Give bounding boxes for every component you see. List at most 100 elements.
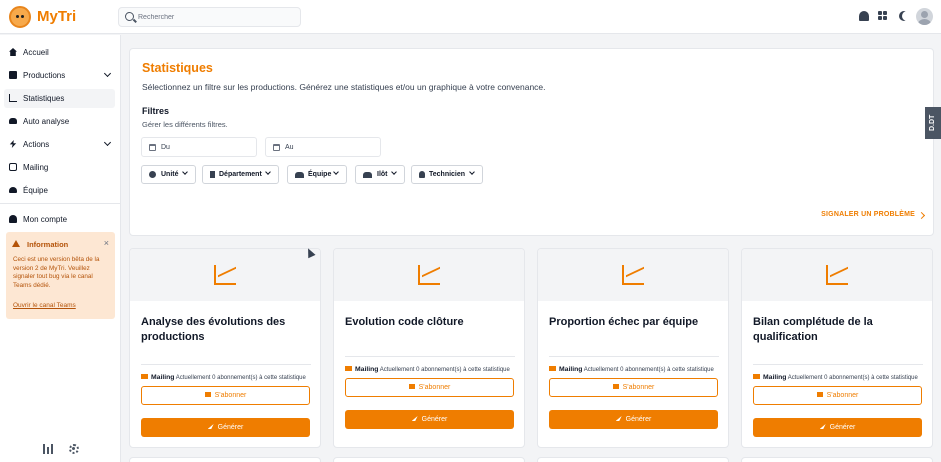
stat-card: Analyse des évolutions des productions M…: [129, 248, 321, 448]
button-label: S'abonner: [214, 392, 247, 399]
chart-line-icon: [826, 265, 848, 285]
tiger-logo-icon[interactable]: [9, 6, 31, 28]
mail-icon: [345, 366, 352, 371]
mail-icon: [408, 384, 415, 389]
subscribe-button[interactable]: S'abonner: [549, 378, 718, 397]
rocket-icon: [411, 416, 418, 421]
box-icon: [9, 71, 17, 79]
filter-ilot[interactable]: Ilôt: [355, 165, 405, 184]
sidebar-item-label: Auto analyse: [23, 117, 70, 126]
card-header: [334, 249, 524, 301]
chevron-down-icon: [265, 169, 271, 175]
sidebar-item-actions[interactable]: Actions: [4, 135, 115, 154]
user-cog-icon: [9, 215, 17, 223]
top-bar: MyTri: [0, 0, 941, 34]
generate-button[interactable]: Générer: [141, 418, 310, 437]
mailing-text: Actuellement 0 abonnement(s) à cette sta…: [787, 375, 918, 381]
date-from-field[interactable]: Du: [141, 137, 257, 157]
chart-icon: [9, 94, 17, 102]
sidebar-item-label: Équipe: [23, 186, 48, 195]
statistics-panel: Statistiques Sélectionnez un filtre sur …: [129, 48, 934, 236]
stat-card: Proportion échec par équipe Mailing Actu…: [537, 248, 729, 448]
app-name[interactable]: MyTri: [37, 8, 76, 25]
card-title: Analyse des évolutions des productions: [141, 316, 286, 343]
sidebar-item-auto-analyse[interactable]: Auto analyse: [4, 112, 115, 131]
page-title: Statistiques: [142, 61, 213, 75]
mailing-info: Mailing Actuellement 0 abonnement(s) à c…: [753, 374, 918, 381]
filters-subtitle: Gérer les différents filtres.: [142, 120, 228, 129]
sidebar-item-equipe[interactable]: Équipe: [4, 181, 115, 200]
home-icon: [9, 48, 17, 56]
card-header: [130, 249, 320, 301]
button-label: Générer: [625, 416, 652, 423]
filter-departement[interactable]: Département: [202, 165, 279, 184]
date-to-field[interactable]: Au: [265, 137, 381, 157]
filter-unite[interactable]: Unité: [141, 165, 196, 184]
date-to-placeholder: Au: [285, 144, 294, 151]
chevron-down-icon: [333, 169, 339, 175]
divider: [345, 356, 515, 357]
card-title: Evolution code clôture: [345, 316, 464, 328]
generate-button[interactable]: Générer: [549, 410, 718, 429]
report-problem-link[interactable]: SIGNALER UN PROBLÈME: [821, 211, 915, 218]
mailing-label: Mailing: [355, 366, 379, 373]
filter-technicien[interactable]: Technicien: [411, 165, 483, 184]
divider: [549, 356, 719, 357]
close-icon[interactable]: ×: [104, 238, 109, 248]
sidebar-item-productions[interactable]: Productions: [4, 66, 115, 85]
subscribe-button[interactable]: S'abonner: [345, 378, 514, 397]
button-label: S'abonner: [826, 392, 859, 399]
search-box[interactable]: [118, 7, 301, 27]
bell-icon[interactable]: [859, 11, 869, 21]
chevron-down-icon: [182, 169, 188, 175]
sidebar-item-accueil[interactable]: Accueil: [4, 43, 115, 62]
button-label: S'abonner: [418, 384, 451, 391]
filter-equipe[interactable]: Équipe: [287, 165, 347, 184]
sliders-icon[interactable]: [43, 444, 53, 454]
info-title: Information: [27, 240, 69, 249]
divider: [141, 364, 311, 365]
car-icon: [9, 118, 17, 124]
button-label: Générer: [421, 416, 448, 423]
divider: [753, 364, 923, 365]
chart-line-icon: [418, 265, 440, 285]
search-input[interactable]: [138, 10, 298, 24]
mailing-text: Actuellement 0 abonnement(s) à cette sta…: [175, 375, 306, 381]
chevron-down-icon: [469, 169, 475, 175]
teams-channel-link[interactable]: Ouvrir le canal Teams: [13, 302, 76, 309]
avatar[interactable]: [916, 8, 933, 25]
mail-icon: [141, 374, 148, 379]
moon-icon[interactable]: [902, 11, 912, 21]
sidebar-item-label: Statistiques: [23, 94, 65, 103]
generate-button[interactable]: Générer: [753, 418, 922, 437]
mail-icon: [9, 163, 17, 171]
stat-card: Bilan complétude de la qualification Mai…: [741, 248, 933, 448]
mailing-label: Mailing: [559, 366, 583, 373]
card-title: Bilan complétude de la qualification: [753, 316, 873, 343]
sidebar-item-label: Productions: [23, 71, 66, 80]
grid-icon[interactable]: [878, 11, 888, 21]
card-header: [742, 249, 932, 301]
mailing-label: Mailing: [151, 374, 175, 381]
date-from-placeholder: Du: [161, 144, 170, 151]
subscribe-button[interactable]: S'abonner: [753, 386, 922, 405]
stat-card-partial: [741, 457, 933, 462]
mailing-info: Mailing Actuellement 0 abonnement(s) à c…: [141, 374, 306, 381]
filter-label: Technicien: [429, 171, 466, 178]
gear-icon[interactable]: [69, 444, 79, 454]
filter-label: Unité: [161, 171, 179, 178]
sidebar-item-label: Mon compte: [23, 215, 68, 224]
sidebar-item-label: Actions: [23, 140, 50, 149]
sidebar: Accueil Productions Statistiques Auto an…: [0, 35, 121, 462]
card-header: [538, 249, 728, 301]
sidebar-item-statistiques[interactable]: Statistiques: [4, 89, 115, 108]
card-title: Proportion échec par équipe: [549, 316, 699, 328]
generate-button[interactable]: Générer: [345, 410, 514, 429]
mail-icon: [816, 392, 823, 397]
sidebar-item-mon-compte[interactable]: Mon compte: [4, 210, 115, 229]
filter-label: Ilôt: [377, 171, 388, 178]
globe-icon: [149, 171, 156, 178]
side-tag[interactable]: D.DT: [925, 107, 941, 139]
subscribe-button[interactable]: S'abonner: [141, 386, 310, 405]
sidebar-item-mailing[interactable]: Mailing: [4, 158, 115, 177]
